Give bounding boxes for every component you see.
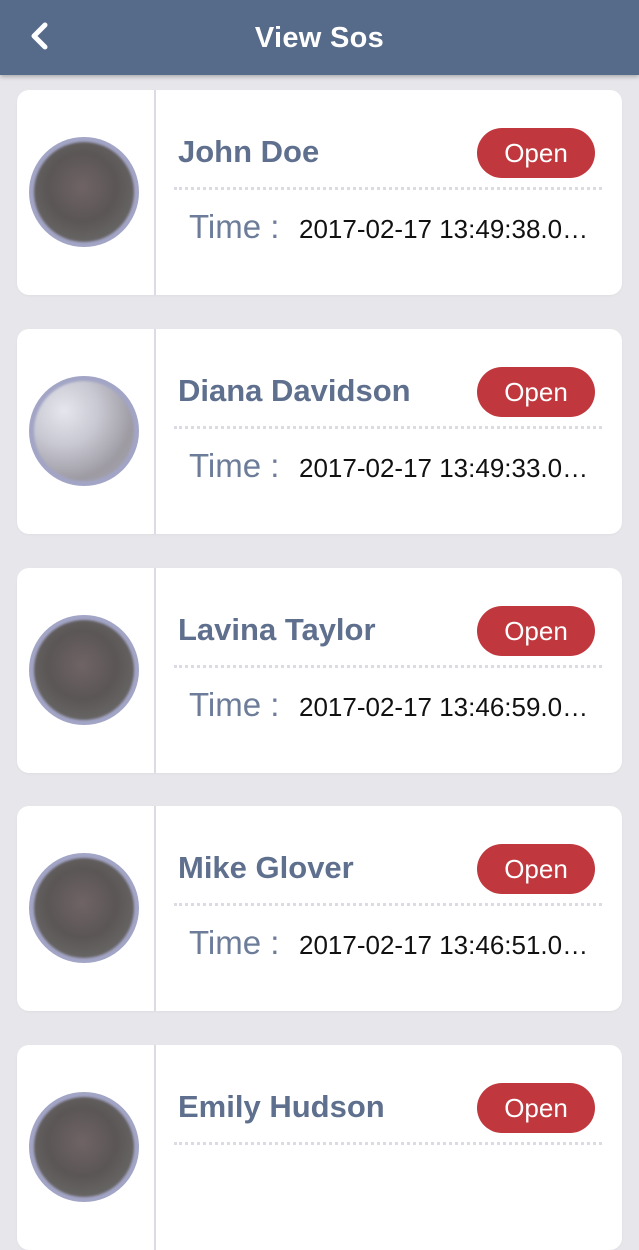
dotted-divider — [174, 187, 602, 190]
time-value: 2017-02-17 13:46:51.000 — [299, 930, 591, 960]
contact-name: Diana Davidson — [178, 373, 411, 408]
contact-name: John Doe — [178, 134, 320, 169]
avatar-cell — [17, 329, 156, 534]
contact-name: Mike Glover — [178, 850, 354, 885]
avatar — [29, 137, 139, 247]
page-title: View Sos — [254, 22, 385, 54]
avatar-cell — [17, 568, 156, 773]
avatar — [29, 376, 139, 486]
time-label: Time : — [189, 924, 280, 961]
contact-name: Emily Hudson — [178, 1089, 385, 1124]
contact-name: Lavina Taylor — [178, 612, 376, 647]
time-label: Time : — [189, 208, 280, 245]
time-value: 2017-02-17 13:49:33.000 — [299, 453, 591, 483]
time-label: Time : — [189, 447, 280, 484]
sos-list-item[interactable]: Emily Hudson Open — [17, 1045, 622, 1250]
avatar-cell — [17, 806, 156, 1011]
status-open-button[interactable]: Open — [477, 606, 595, 656]
sos-list-item[interactable]: Diana Davidson Open Time : 2017-02-17 13… — [17, 329, 622, 534]
avatar-cell — [17, 1045, 156, 1250]
sos-list-item[interactable]: John Doe Open Time : 2017-02-17 13:49:38… — [17, 90, 622, 295]
time-value: 2017-02-17 13:49:38.000 — [299, 214, 591, 244]
dotted-divider — [174, 1142, 602, 1145]
sos-list-item[interactable]: Lavina Taylor Open Time : 2017-02-17 13:… — [17, 568, 622, 773]
status-open-button[interactable]: Open — [477, 844, 595, 894]
status-open-button[interactable]: Open — [477, 1083, 595, 1133]
dotted-divider — [174, 426, 602, 429]
time-value: 2017-02-17 13:46:59.000 — [299, 692, 591, 722]
app-header: View Sos — [0, 0, 639, 75]
dotted-divider — [174, 665, 602, 668]
avatar-cell — [17, 90, 156, 295]
dotted-divider — [174, 903, 602, 906]
avatar — [29, 1092, 139, 1202]
avatar — [29, 853, 139, 963]
avatar — [29, 615, 139, 725]
time-label: Time : — [189, 686, 280, 723]
status-open-button[interactable]: Open — [477, 367, 595, 417]
status-open-button[interactable]: Open — [477, 128, 595, 178]
sos-list-item[interactable]: Mike Glover Open Time : 2017-02-17 13:46… — [17, 806, 622, 1011]
